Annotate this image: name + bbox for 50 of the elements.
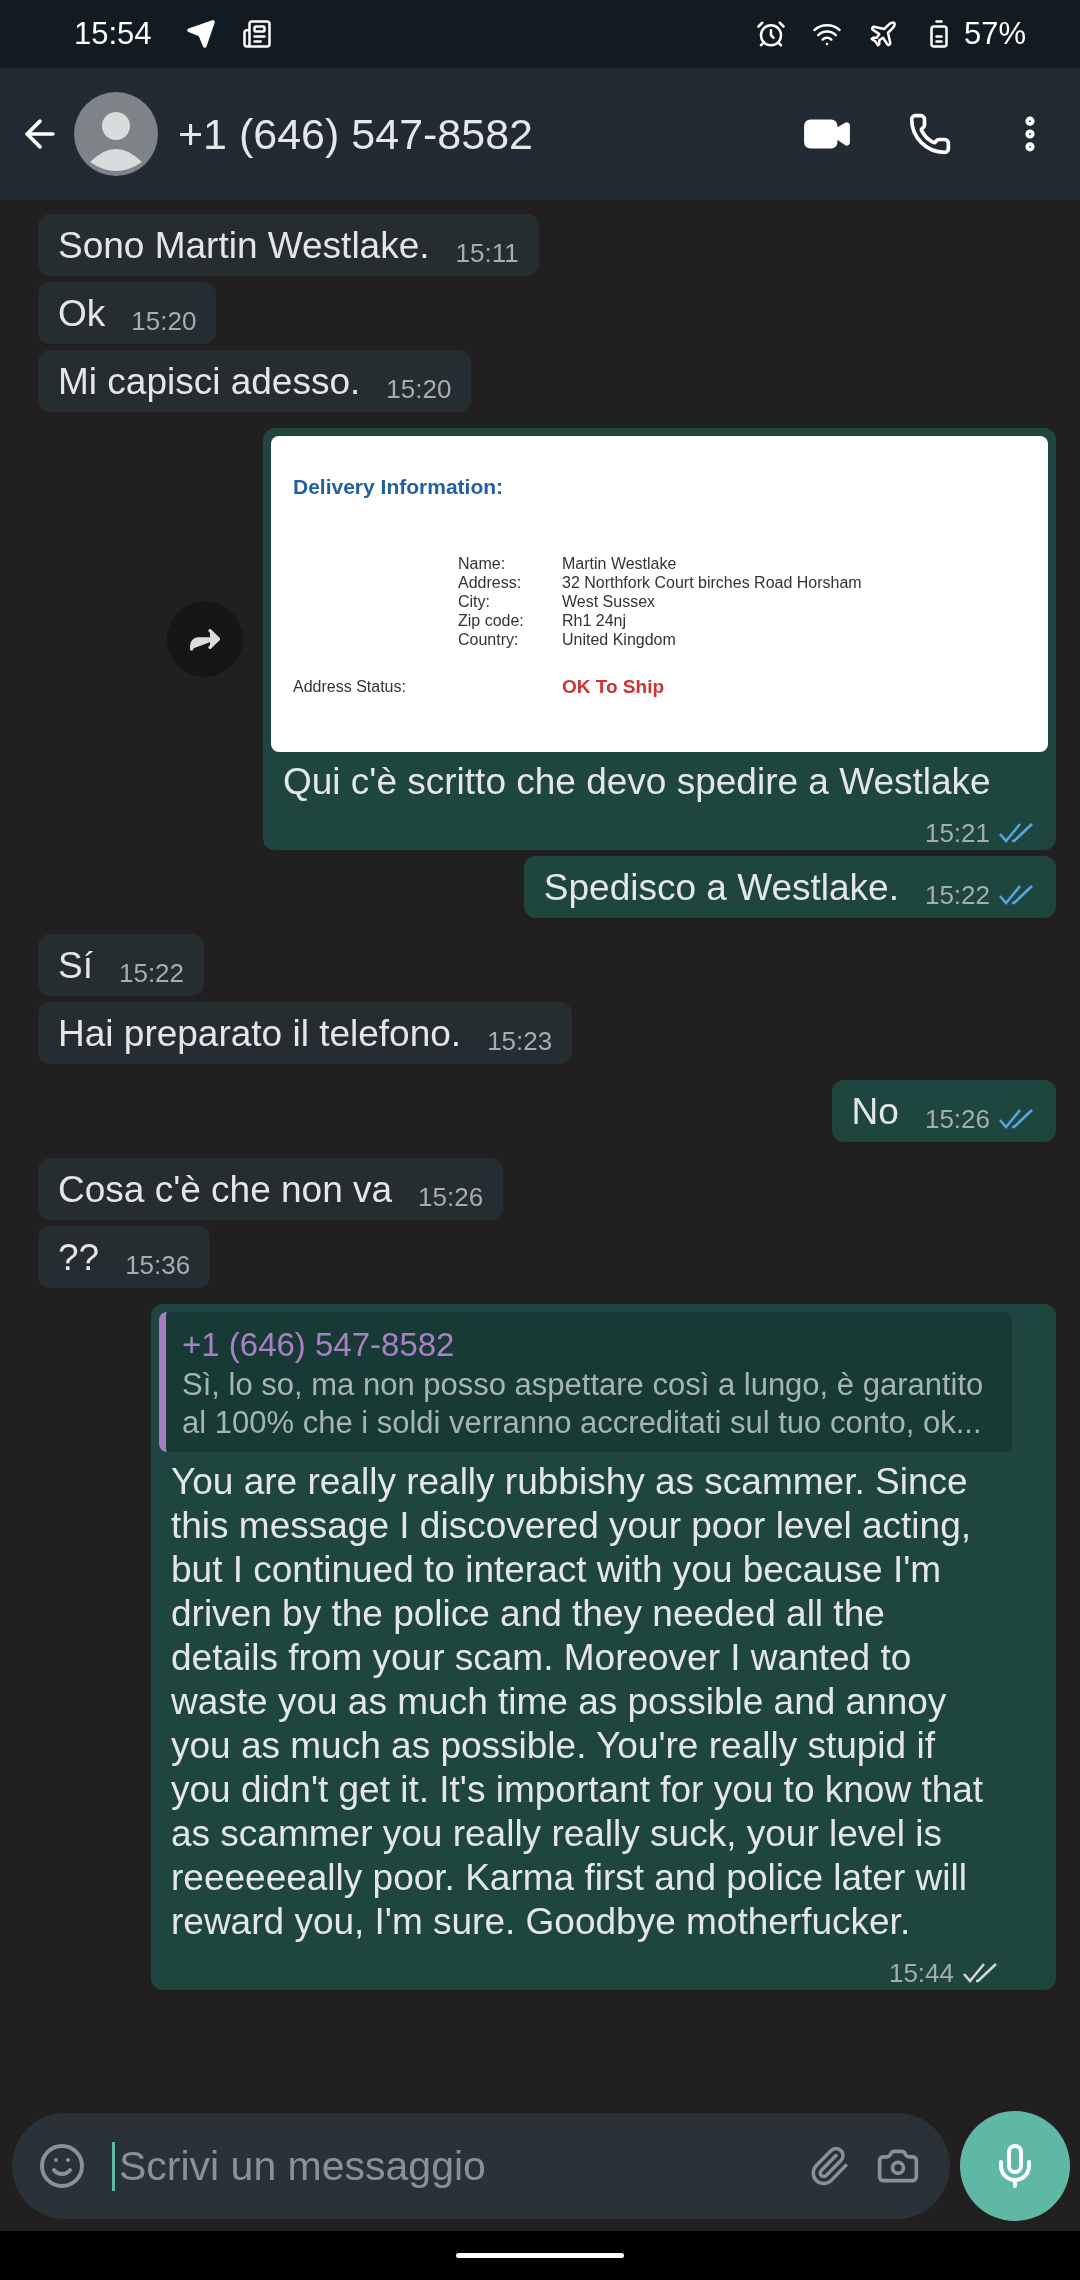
- quoted-message[interactable]: +1 (646) 547-8582 Sì, lo so, ma non posso aspettare così a lungo, è garantito al 100% che i soldi verranno accreditati sul tuo conto, ok...: [159, 1312, 1012, 1452]
- message-time: 15:20: [386, 374, 452, 404]
- home-handle[interactable]: [456, 2253, 624, 2258]
- field-value: 32 Northfork Court birches Road Horsham: [562, 573, 863, 592]
- message-text: Qui c'è scritto che devo spedire a Westlake: [283, 761, 991, 802]
- message-time: 15:21: [924, 818, 990, 848]
- document-title: Delivery Information:: [293, 474, 505, 500]
- field-value: Rh1 24nj: [562, 611, 628, 630]
- message-field[interactable]: Scrivi un messaggio: [12, 2113, 950, 2219]
- message-time: 15:26: [924, 1104, 990, 1134]
- message-text: You are really really rubbishy as scammer. Since this message I discovered your poor level acting, but I continued to interact with you because I'm driven by the police and they needed all the details from your scam. Moreover I wanted to waste you as much time as possible and annoy you as much as possible. You're really stupid if you didn't get it. It's important for you to know that as scammer you really really suck, your level is reeeeeeally poor. Karma first and police later will reward you, I'm sure. Goodbye motherfucker.: [171, 1460, 985, 1944]
- message-time: 15:22: [924, 880, 990, 910]
- field-value: Martin Westlake: [562, 554, 678, 573]
- emoji-icon[interactable]: [38, 2142, 86, 2190]
- message-text: Spedisco a Westlake.: [543, 867, 899, 908]
- message-text: Cosa c'è che non va: [58, 1169, 393, 1210]
- message-text: Hai preparato il telefono.: [58, 1013, 462, 1054]
- field-label: Address Status:: [293, 677, 407, 697]
- status-value: OK To Ship: [562, 675, 666, 699]
- message-input[interactable]: Scrivi un messaggio: [112, 2141, 782, 2191]
- message-time: 15:23: [487, 1026, 553, 1056]
- message-text: ??: [58, 1237, 100, 1278]
- status-time: 15:54: [74, 16, 152, 52]
- field-label: Name:: [458, 554, 507, 573]
- message-time: 15:36: [125, 1250, 191, 1280]
- field-label: Address:: [458, 573, 523, 592]
- message-text: No: [851, 1091, 899, 1132]
- message-time: 15:20: [131, 306, 197, 336]
- battery-percent: 57%: [963, 16, 1026, 52]
- message-text: Sono Martin Westlake.: [58, 225, 430, 266]
- field-label: Country:: [458, 630, 520, 649]
- message-time: 15:22: [118, 958, 185, 988]
- field-value: West Sussex: [562, 592, 657, 611]
- message-text: Sí: [58, 945, 93, 986]
- send-icon: [185, 19, 216, 49]
- news-icon: [241, 19, 272, 49]
- message-text: Ok: [58, 293, 106, 334]
- message-time: 15:11: [455, 238, 519, 268]
- field-value: United Kingdom: [562, 630, 677, 649]
- avatar-icon[interactable]: [74, 92, 158, 176]
- document-image[interactable]: Delivery Information: Name: Martin Westlake Address: 32 Northfork Court birches Road Horsham City: West Sussex Zip code: Rh1 24nj Country: United Kingdom Address Status: OK To Ship: [271, 436, 1048, 752]
- phone-icon[interactable]: [908, 112, 952, 156]
- alarm-icon: [755, 19, 786, 49]
- field-label: Zip code:: [458, 611, 525, 630]
- message-text: Mi capisci adesso.: [58, 361, 361, 402]
- message-time: 15:44: [888, 1958, 954, 1988]
- field-label: City:: [458, 592, 491, 611]
- quote-author: +1 (646) 547-8582: [182, 1325, 456, 1365]
- message-time: 15:26: [418, 1182, 484, 1212]
- quote-text: Sì, lo so, ma non posso aspettare così a lungo, è garantito al 100% che i soldi verranno accreditati sul tuo conto, ok...: [182, 1366, 985, 1442]
